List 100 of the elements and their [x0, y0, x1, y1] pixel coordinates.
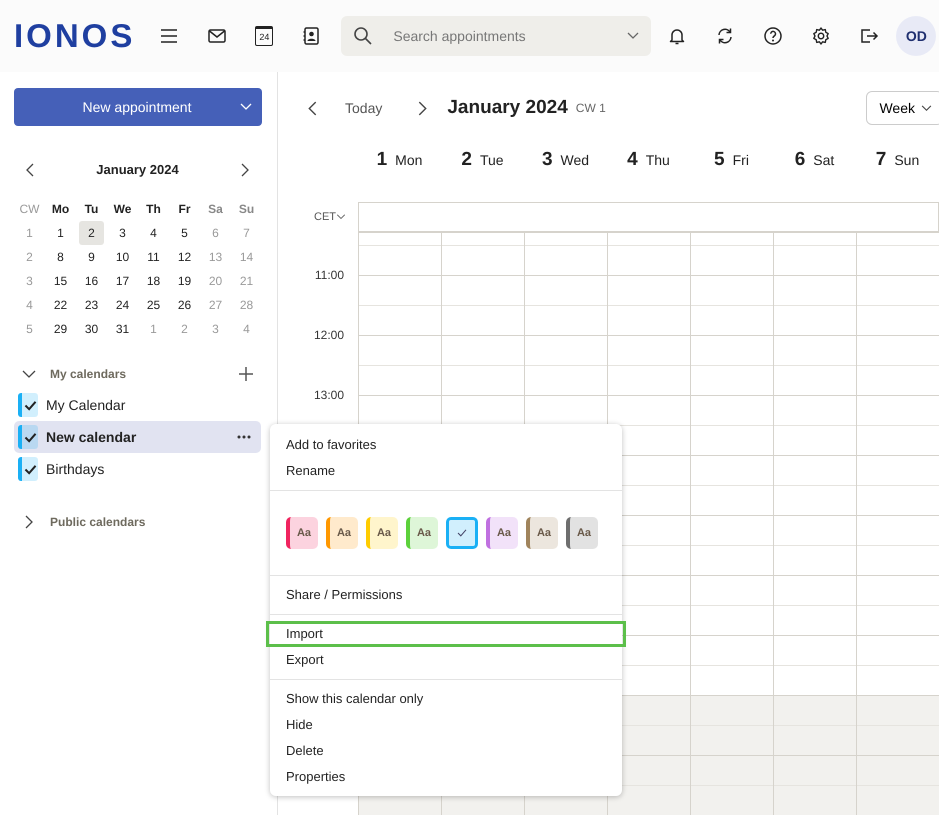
day-cell[interactable]: 17 — [110, 269, 135, 293]
color-swatch[interactable]: Aa — [366, 517, 398, 549]
time-slot[interactable] — [441, 335, 524, 395]
chevron-icon[interactable] — [22, 370, 36, 378]
day-cell[interactable]: 12 — [172, 245, 197, 269]
color-swatch[interactable]: Aa — [326, 517, 358, 549]
menu-icon[interactable] — [159, 26, 180, 46]
day-cell[interactable]: 10 — [110, 245, 135, 269]
calendar-item[interactable]: New calendar — [14, 421, 261, 453]
time-slot[interactable] — [690, 335, 773, 395]
contacts-icon[interactable] — [301, 26, 322, 46]
time-slot[interactable] — [524, 232, 607, 275]
time-slot[interactable] — [856, 635, 939, 695]
time-slot[interactable] — [690, 635, 773, 695]
time-slot[interactable] — [773, 335, 856, 395]
all-day-area[interactable] — [358, 202, 939, 232]
menu-item[interactable]: Rename — [266, 458, 626, 484]
day-number[interactable]: 1 — [376, 149, 388, 171]
time-slot[interactable] — [856, 755, 939, 815]
time-slot[interactable] — [773, 515, 856, 575]
color-swatch[interactable]: Aa — [566, 517, 598, 549]
day-cell[interactable]: 1 — [48, 221, 73, 245]
time-slot[interactable] — [441, 275, 524, 335]
day-cell[interactable]: 24 — [110, 293, 135, 317]
today-button[interactable]: Today — [339, 99, 388, 117]
day-cell[interactable]: 22 — [48, 293, 73, 317]
time-slot[interactable] — [690, 395, 773, 455]
time-slot[interactable] — [856, 455, 939, 515]
day-number[interactable]: 7 — [876, 149, 886, 171]
time-slot[interactable] — [856, 695, 939, 755]
time-slot[interactable] — [607, 232, 690, 275]
time-slot[interactable] — [524, 275, 607, 335]
time-slot[interactable] — [773, 455, 856, 515]
time-slot[interactable] — [773, 695, 856, 755]
day-cell[interactable]: 15 — [48, 269, 73, 293]
checkbox[interactable] — [18, 425, 38, 449]
time-slot[interactable] — [690, 275, 773, 335]
day-cell[interactable]: 25 — [141, 293, 166, 317]
day-cell[interactable]: 5 — [172, 221, 197, 245]
menu-item[interactable]: Hide — [266, 712, 626, 738]
day-cell[interactable]: 11 — [141, 245, 166, 269]
time-slot[interactable] — [773, 275, 856, 335]
menu-item[interactable]: Import — [266, 621, 626, 647]
time-slot[interactable] — [773, 395, 856, 455]
previous-week-icon[interactable] — [308, 100, 317, 116]
search-input[interactable]: Search appointments — [391, 27, 610, 45]
time-slot[interactable] — [856, 335, 939, 395]
help-icon[interactable] — [763, 26, 784, 46]
time-slot[interactable] — [358, 275, 441, 335]
time-slot[interactable] — [690, 455, 773, 515]
time-slot[interactable] — [358, 232, 441, 275]
day-cell[interactable]: 8 — [48, 245, 73, 269]
color-swatch[interactable]: Aa — [286, 517, 318, 549]
day-cell[interactable]: 30 — [79, 317, 104, 341]
time-slot[interactable] — [856, 232, 939, 275]
checkbox[interactable] — [18, 393, 38, 417]
menu-item[interactable]: Share / Permissions — [266, 582, 626, 608]
time-slot[interactable] — [524, 335, 607, 395]
new-appointment-button[interactable]: New appointment — [14, 88, 262, 126]
day-cell[interactable]: 16 — [79, 269, 104, 293]
section-title[interactable]: My calendars — [50, 367, 126, 381]
color-swatch[interactable]: Aa — [486, 517, 518, 549]
menu-item[interactable]: Show this calendar only — [266, 686, 626, 712]
time-slot[interactable] — [358, 335, 441, 395]
calendar-item[interactable]: My Calendar — [14, 389, 261, 421]
time-slot[interactable] — [690, 755, 773, 815]
time-slot[interactable] — [773, 575, 856, 635]
day-number[interactable]: 2 — [461, 149, 472, 171]
add-icon[interactable] — [239, 367, 253, 381]
time-slot[interactable] — [690, 575, 773, 635]
day-cell[interactable]: 29 — [48, 317, 73, 341]
day-number[interactable]: 3 — [542, 149, 553, 171]
next-month-icon[interactable] — [241, 162, 249, 176]
chevron-icon[interactable] — [25, 515, 33, 529]
time-slot[interactable] — [856, 275, 939, 335]
color-swatch[interactable]: Aa — [526, 517, 558, 549]
time-slot[interactable] — [690, 232, 773, 275]
section-title[interactable]: Public calendars — [50, 515, 146, 529]
calendar-icon[interactable]: 24 — [255, 26, 274, 46]
time-slot[interactable] — [773, 635, 856, 695]
time-slot[interactable] — [856, 515, 939, 575]
day-number[interactable]: 4 — [627, 149, 638, 171]
time-slot[interactable] — [773, 755, 856, 815]
day-cell[interactable]: 23 — [79, 293, 104, 317]
day-cell[interactable]: 26 — [172, 293, 197, 317]
time-slot[interactable] — [690, 695, 773, 755]
checkbox[interactable] — [18, 457, 38, 481]
day-cell[interactable]: 19 — [172, 269, 197, 293]
time-slot[interactable] — [856, 575, 939, 635]
day-cell[interactable]: 31 — [110, 317, 135, 341]
user-avatar[interactable]: OD — [896, 16, 936, 56]
view-dropdown[interactable]: Week — [866, 91, 939, 125]
chevron-down-icon[interactable] — [627, 32, 640, 40]
day-cell[interactable]: 9 — [79, 245, 104, 269]
day-cell[interactable]: 4 — [141, 221, 166, 245]
next-week-icon[interactable] — [418, 100, 428, 116]
menu-item[interactable]: Delete — [266, 738, 626, 764]
menu-item[interactable]: Add to favorites — [266, 432, 626, 458]
logo[interactable]: IONOS — [14, 17, 136, 55]
menu-item[interactable]: Export — [266, 647, 626, 673]
